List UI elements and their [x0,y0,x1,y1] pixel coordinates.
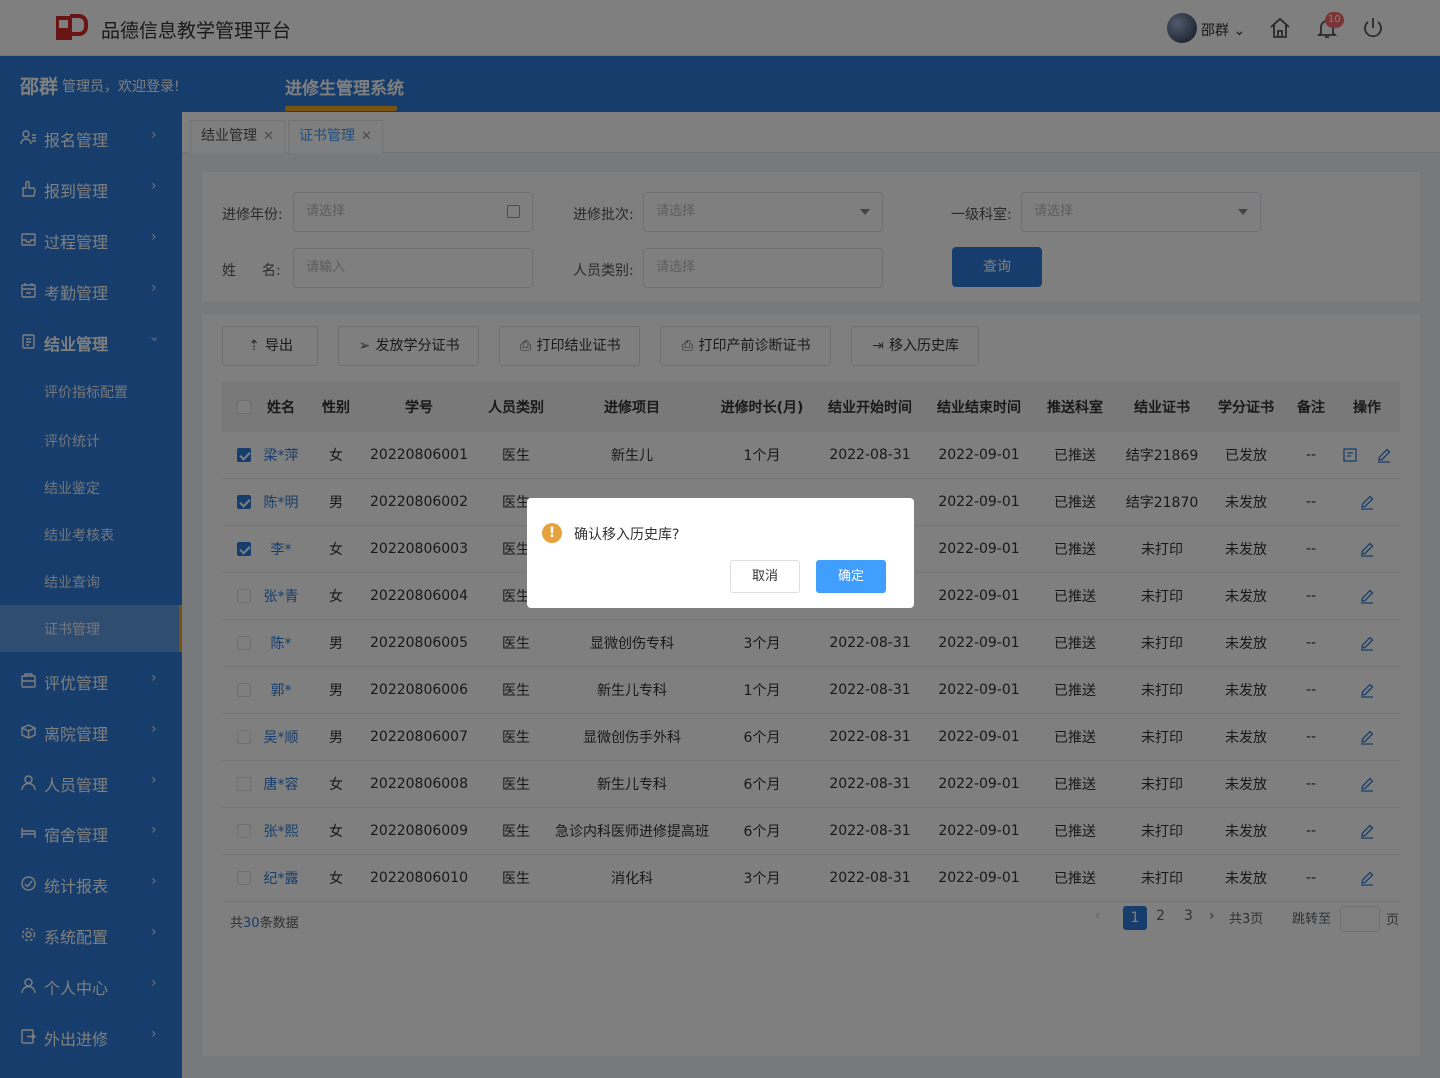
cancel-button[interactable]: 取消 [730,560,800,593]
dialog-message: 确认移入历史库? [574,527,680,543]
warning-icon: ! [542,523,562,543]
confirm-dialog: ! 确认移入历史库? 取消 确定 [527,498,914,608]
confirm-button[interactable]: 确定 [816,560,886,593]
